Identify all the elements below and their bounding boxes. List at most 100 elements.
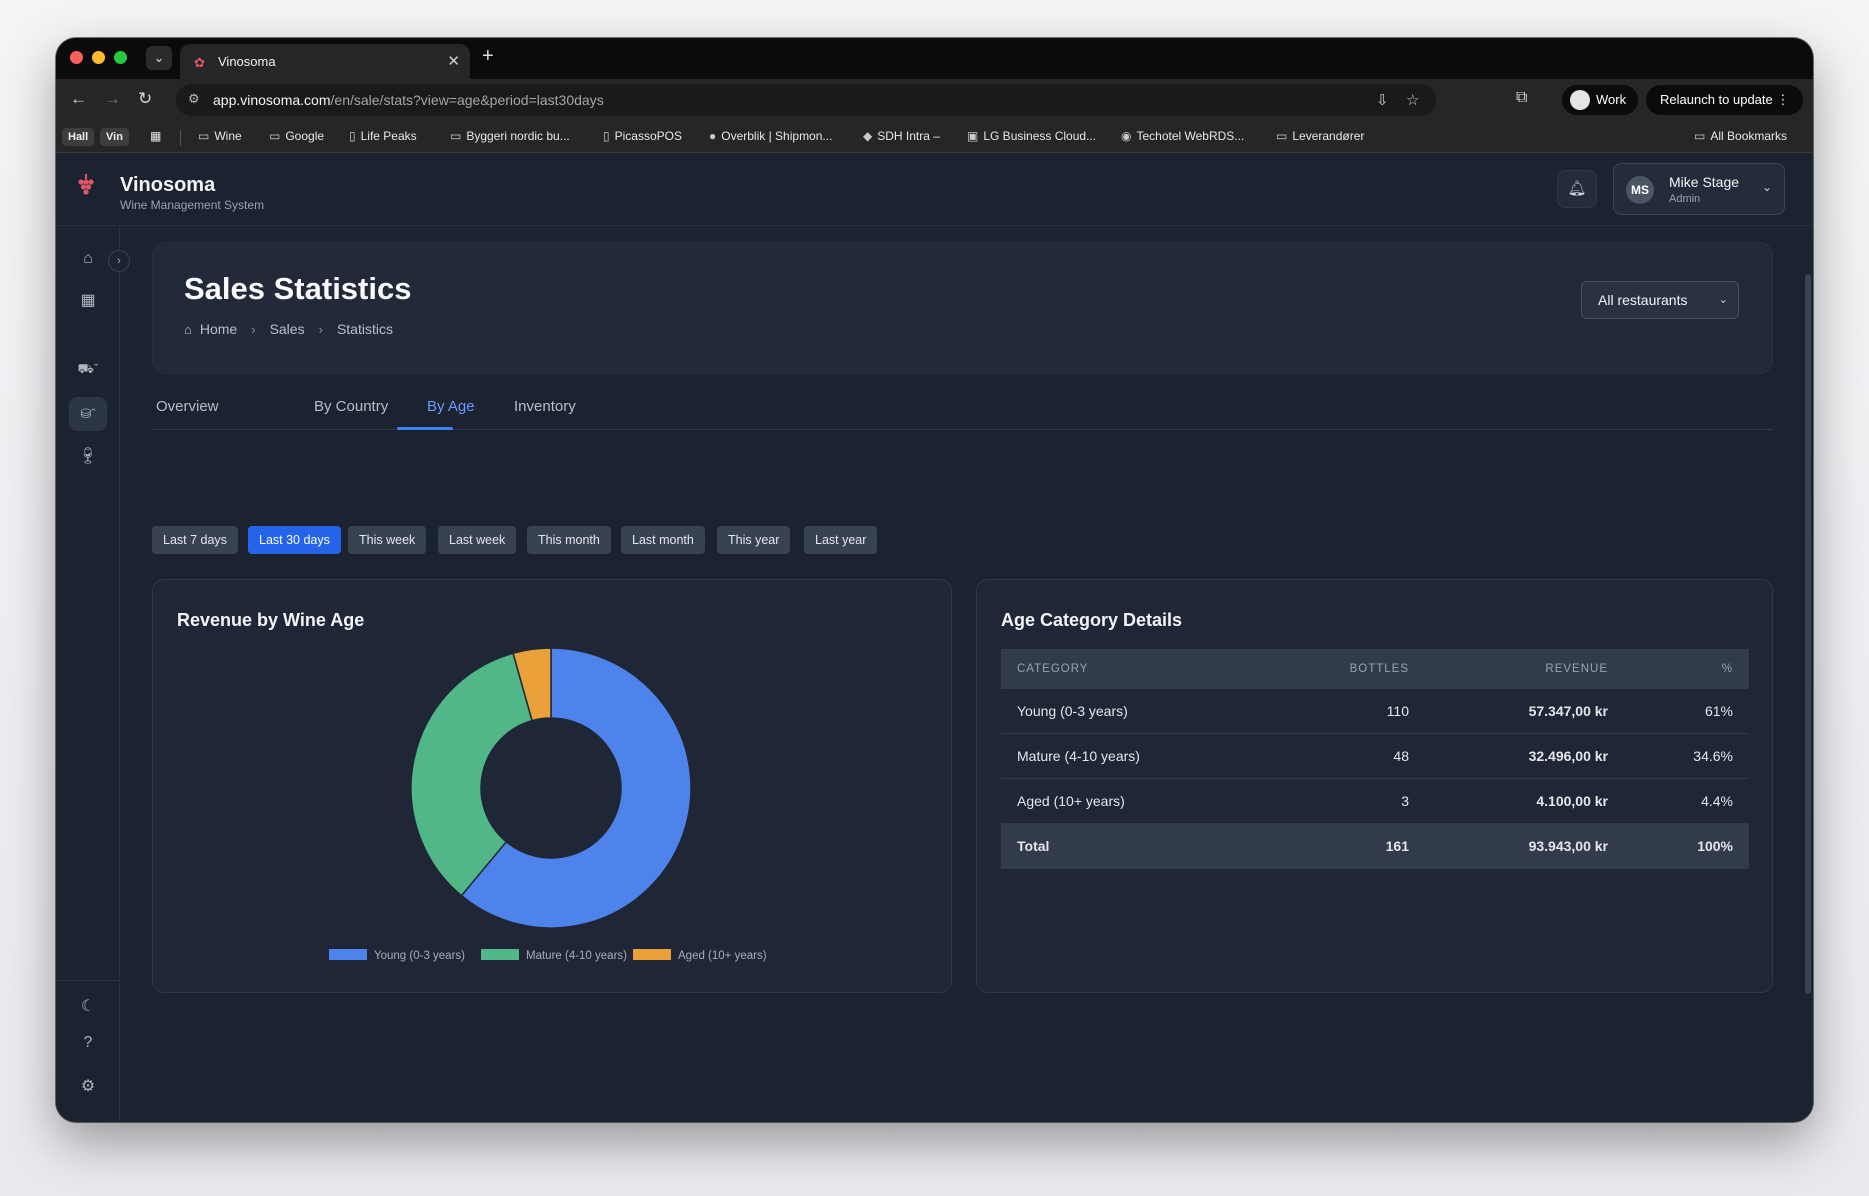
bookmark-item[interactable]: ▭ Leverandører xyxy=(1276,129,1364,143)
bookmark-star-icon[interactable]: ☆ xyxy=(1406,91,1419,109)
bookmark-item[interactable]: ▣ LG Business Cloud... xyxy=(967,129,1096,143)
tab-inventory[interactable]: Inventory xyxy=(514,398,576,415)
period-button[interactable]: Last week xyxy=(438,526,517,554)
bookmark-label: Leverandører xyxy=(1292,129,1365,143)
restaurant-select-value: All restaurants xyxy=(1598,292,1688,308)
tab-by-country[interactable]: By Country xyxy=(314,398,388,415)
stats-icon[interactable]: ⛁ˆ xyxy=(76,402,100,426)
user-menu-button[interactable]: MS Mike Stage Admin ⌄ xyxy=(1613,163,1785,215)
site-icon: ◉ xyxy=(1121,129,1132,143)
revenue-cell: 57.347,00 kr xyxy=(1528,703,1608,719)
bookmark-item[interactable]: ● Overblik | Shipmon... xyxy=(709,129,832,143)
total-revenue: 93.943,00 kr xyxy=(1528,838,1608,854)
period-button[interactable]: This month xyxy=(527,526,611,554)
home-icon[interactable]: ⌂ xyxy=(76,247,100,271)
app-brand-subtitle: Wine Management System xyxy=(120,198,265,212)
legend-swatch[interactable] xyxy=(481,949,519,960)
address-bar[interactable]: ⚙ app.vinosoma.com/en/sale/stats?view=ag… xyxy=(176,84,1436,116)
chevron-right-icon: › xyxy=(251,321,256,337)
app-root: Vinosoma Wine Management System 🔔︎ MS Mi… xyxy=(56,154,1813,1122)
active-tab-indicator xyxy=(397,427,453,430)
table-row: Mature (4-10 years) 48 32.496,00 kr 34.6… xyxy=(1001,734,1749,779)
cart-icon[interactable]: ⛟ˇ xyxy=(76,357,100,381)
maximize-window-button[interactable] xyxy=(114,51,127,64)
page-header-card: Sales Statistics ⌂ Home › Sales › Statis… xyxy=(152,242,1773,374)
close-window-button[interactable] xyxy=(70,51,83,64)
bookmark-label: SDH Intra – xyxy=(877,129,940,143)
page-icon: ▯ xyxy=(603,129,610,143)
category-cell: Young (0-3 years) xyxy=(1017,703,1128,719)
period-button[interactable]: Last 7 days xyxy=(152,526,238,554)
bookmark-label: PicassoPOS xyxy=(614,129,682,143)
minimize-window-button[interactable] xyxy=(92,51,105,64)
reload-icon[interactable]: ↻ xyxy=(138,89,152,109)
new-tab-icon[interactable]: + xyxy=(482,45,494,68)
app-header: Vinosoma Wine Management System 🔔︎ MS Mi… xyxy=(56,154,1813,226)
bookmark-item[interactable]: ▭ Wine xyxy=(198,129,242,143)
bookmark-label: LG Business Cloud... xyxy=(983,129,1097,143)
relaunch-button[interactable]: Relaunch to update ⋮ xyxy=(1646,85,1804,115)
site-icon: ● xyxy=(709,129,717,143)
folder-icon: ▭ xyxy=(450,129,462,143)
bookmark-item[interactable]: ▭ Google xyxy=(269,129,324,143)
app-brand: Vinosoma xyxy=(120,174,216,196)
period-button-active[interactable]: Last 30 days xyxy=(248,526,341,554)
chevron-down-icon: ⌄ xyxy=(1761,180,1772,194)
forward-icon[interactable]: → xyxy=(104,89,121,109)
all-bookmarks-button[interactable]: ▭ All Bookmarks xyxy=(1694,129,1787,143)
category-cell: Mature (4-10 years) xyxy=(1017,748,1140,764)
notifications-button[interactable]: 🔔︎ xyxy=(1557,170,1597,208)
page-title: Sales Statistics xyxy=(184,271,412,306)
restaurant-select[interactable]: All restaurants ⌄ xyxy=(1581,281,1739,319)
extensions-icon[interactable]: ⧉ xyxy=(1516,89,1527,107)
bookmark-chip[interactable]: Hall xyxy=(62,128,95,146)
tab-close-icon[interactable]: ✕ xyxy=(447,52,460,70)
tab-search-icon[interactable]: ⌄ xyxy=(146,46,172,70)
bookmark-item[interactable]: ◉ Techotel WebRDS... xyxy=(1121,129,1244,143)
sidebar-expand-icon[interactable]: › xyxy=(108,250,130,272)
grape-logo-icon xyxy=(78,174,94,195)
calendar-icon[interactable]: ▦ xyxy=(76,289,100,313)
percent-cell: 4.4% xyxy=(1701,793,1733,809)
breadcrumb-sales[interactable]: Sales xyxy=(270,321,305,337)
period-button[interactable]: Last year xyxy=(804,526,878,554)
bookmark-chip[interactable]: Vin xyxy=(100,128,129,146)
sidebar: ⌂ › ▦ ⛟ˇ ⛁ˆ 🍷︎ ☾ ? ⚙ xyxy=(56,227,130,1122)
browser-tab[interactable]: ✿ Vinosoma ✕ xyxy=(180,44,470,79)
tab-title: Vinosoma xyxy=(218,54,276,69)
tab-strip: ⌄ ✿ Vinosoma ✕ + xyxy=(56,38,1813,79)
site-icon: ◆ xyxy=(863,129,873,143)
bookmark-item[interactable]: ▯ PicassoPOS xyxy=(603,129,682,143)
profile-button[interactable]: Work xyxy=(1562,85,1639,115)
age-details-table: CATEGORY BOTTLES REVENUE % Young (0-3 ye… xyxy=(1001,649,1749,869)
bottles-cell: 48 xyxy=(1393,748,1409,764)
column-header: BOTTLES xyxy=(1349,663,1409,675)
bell-icon: 🔔︎ xyxy=(1567,180,1587,197)
wine-glass-icon[interactable]: 🍷︎ xyxy=(76,445,100,469)
legend-swatch[interactable] xyxy=(633,949,671,960)
breadcrumb-home[interactable]: Home xyxy=(200,321,237,337)
period-button[interactable]: This year xyxy=(717,526,791,554)
chevron-right-icon: › xyxy=(318,321,323,337)
column-header: % xyxy=(1721,663,1733,675)
total-bottles: 161 xyxy=(1385,838,1409,854)
install-app-icon[interactable]: ⇩ xyxy=(1376,91,1389,109)
help-icon[interactable]: ? xyxy=(76,1031,100,1055)
breadcrumb: ⌂ Home › Sales › Statistics xyxy=(184,321,393,337)
tab-overview[interactable]: Overview xyxy=(156,398,219,415)
bookmark-item[interactable]: ▯ Life Peaks xyxy=(349,129,417,143)
period-button[interactable]: This week xyxy=(348,526,427,554)
gear-icon[interactable]: ⚙ xyxy=(76,1075,100,1099)
chevron-down-icon: ⌄ xyxy=(1718,294,1728,306)
back-icon[interactable]: ← xyxy=(70,89,87,109)
period-button[interactable]: Last month xyxy=(621,526,705,554)
site-settings-icon[interactable]: ⚙ xyxy=(188,91,200,107)
page-scrollbar[interactable] xyxy=(1805,274,1811,994)
legend-swatch[interactable] xyxy=(329,949,367,960)
moon-icon[interactable]: ☾ xyxy=(76,995,100,1019)
tab-by-age[interactable]: By Age xyxy=(427,398,475,415)
bookmark-item[interactable]: ◆ SDH Intra – xyxy=(863,129,940,143)
apps-grid-icon[interactable]: ▦ xyxy=(150,129,161,143)
bookmark-item[interactable]: ▭ Byggeri nordic bu... xyxy=(450,129,570,143)
bookmark-label: Life Peaks xyxy=(360,129,417,143)
